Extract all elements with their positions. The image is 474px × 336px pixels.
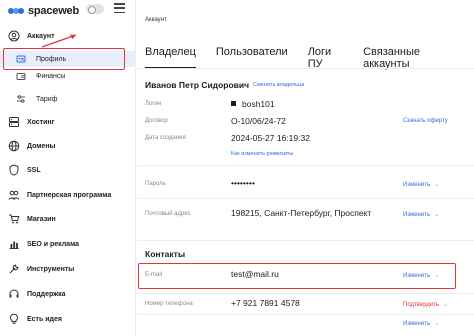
- sidebar-item-label: SSL: [27, 166, 41, 174]
- sidebar: spaceweb Аккаунт Профиль Финансы Тариф Х…: [0, 0, 136, 336]
- logo-mark-icon: [8, 6, 26, 16]
- wallet-icon: [16, 71, 26, 81]
- sidebar-item-label: Тариф: [36, 95, 58, 103]
- owner-name: Иванов Петр Сидорович: [145, 80, 250, 90]
- address-label: Почтовый адрес: [145, 211, 191, 217]
- sidebar-item-partners[interactable]: Партнерская программа: [0, 184, 136, 206]
- sidebar-item-ssl[interactable]: SSL: [0, 159, 136, 181]
- sidebar-item-label: Есть идея: [27, 315, 62, 323]
- sidebar-item-support[interactable]: Поддержка: [0, 283, 136, 305]
- cart-icon: [8, 213, 20, 225]
- download-offer-link[interactable]: Скачать оферту: [403, 118, 448, 124]
- tab-owner[interactable]: Владелец: [145, 46, 196, 69]
- sidebar-item-seo[interactable]: SEO и реклама: [0, 233, 136, 255]
- tab-bar: Владелец Пользователи Логи ПУ Связанные …: [145, 46, 474, 70]
- chevron-down-icon: ⌄: [434, 182, 440, 188]
- brand-logo[interactable]: spaceweb: [8, 3, 79, 19]
- sidebar-item-label: Партнерская программа: [27, 191, 112, 199]
- change-more-button[interactable]: Изменить ⌄: [403, 320, 439, 327]
- divider: [137, 165, 474, 166]
- square-icon: [231, 101, 236, 106]
- contract-value: О-10/06/24-72: [231, 116, 286, 126]
- bulb-icon: [8, 313, 20, 325]
- phone-value: +7 921 7891 4578: [231, 298, 300, 308]
- password-value: ••••••••: [231, 178, 255, 188]
- tab-users[interactable]: Пользователи: [216, 46, 288, 66]
- sidebar-item-idea[interactable]: Есть идея: [0, 308, 136, 330]
- login-label: Логин: [145, 101, 162, 107]
- sliders-icon: [16, 94, 26, 104]
- confirm-phone-button[interactable]: Подтвердить ⌄: [403, 301, 448, 308]
- contract-label: Договор: [145, 118, 168, 124]
- chevron-down-icon: ⌄: [434, 321, 440, 327]
- sidebar-item-label: Поддержка: [27, 290, 66, 298]
- headset-icon: [8, 288, 20, 300]
- sidebar-item-label: Инструменты: [27, 265, 75, 273]
- shield-icon: [8, 164, 20, 176]
- tabs-divider: [137, 68, 474, 69]
- chevron-down-icon: ⌄: [434, 212, 440, 218]
- email-highlight-frame: [138, 263, 456, 289]
- sidebar-item-tools[interactable]: Инструменты: [0, 258, 136, 280]
- tab-logs[interactable]: Логи ПУ: [308, 46, 343, 70]
- change-requisites-link[interactable]: Как изменить реквизиты: [231, 151, 293, 157]
- tools-icon: [8, 263, 20, 275]
- brand-name: spaceweb: [28, 5, 79, 17]
- divider: [137, 240, 474, 241]
- server-icon: [8, 116, 20, 128]
- sidebar-item-label: Магазин: [27, 215, 56, 223]
- sidebar-item-finance[interactable]: Финансы: [0, 68, 136, 84]
- sidebar-item-label: Домены: [27, 142, 56, 150]
- sidebar-item-label: SEO и реклама: [27, 240, 80, 248]
- phone-label: Номер телефона: [145, 301, 193, 307]
- chevron-down-icon: ⌄: [443, 302, 449, 308]
- sidebar-item-domains[interactable]: Домены: [0, 135, 136, 157]
- user-circle-icon: [8, 30, 20, 42]
- created-value: 2024-05-27 16:19:32: [231, 133, 310, 143]
- handshake-icon: [8, 189, 20, 201]
- divider: [137, 293, 474, 294]
- contacts-title: Контакты: [145, 249, 186, 259]
- theme-toggle[interactable]: [86, 4, 104, 14]
- chart-icon: [8, 238, 20, 250]
- profile-highlight-frame: [3, 48, 125, 70]
- main-content: Аккаунт Владелец Пользователи Логи ПУ Св…: [137, 0, 474, 336]
- created-label: Дата создания: [145, 135, 186, 141]
- tab-linked-accounts[interactable]: Связанные аккаунты: [363, 46, 454, 70]
- menu-icon[interactable]: [114, 3, 125, 13]
- sidebar-item-label: Финансы: [36, 72, 66, 80]
- sidebar-item-hosting[interactable]: Хостинг: [0, 111, 136, 133]
- sidebar-item-shop[interactable]: Магазин: [0, 208, 136, 230]
- divider: [137, 198, 474, 199]
- divider: [137, 314, 474, 315]
- sidebar-item-tariff[interactable]: Тариф: [0, 91, 136, 107]
- sidebar-item-label: Хостинг: [27, 118, 55, 126]
- address-value: 198215, Санкт-Петербург, Проспект Лен...: [231, 208, 371, 218]
- annotation-arrow: [41, 34, 77, 48]
- change-address-button[interactable]: Изменить ⌄: [403, 211, 439, 218]
- breadcrumb: Аккаунт: [145, 17, 167, 23]
- globe-icon: [8, 140, 20, 152]
- login-value: bosh101: [231, 99, 275, 109]
- password-label: Пароль: [145, 181, 166, 187]
- change-password-button[interactable]: Изменить ⌄: [403, 181, 439, 188]
- change-owner-link[interactable]: Сменить владельца: [253, 82, 304, 88]
